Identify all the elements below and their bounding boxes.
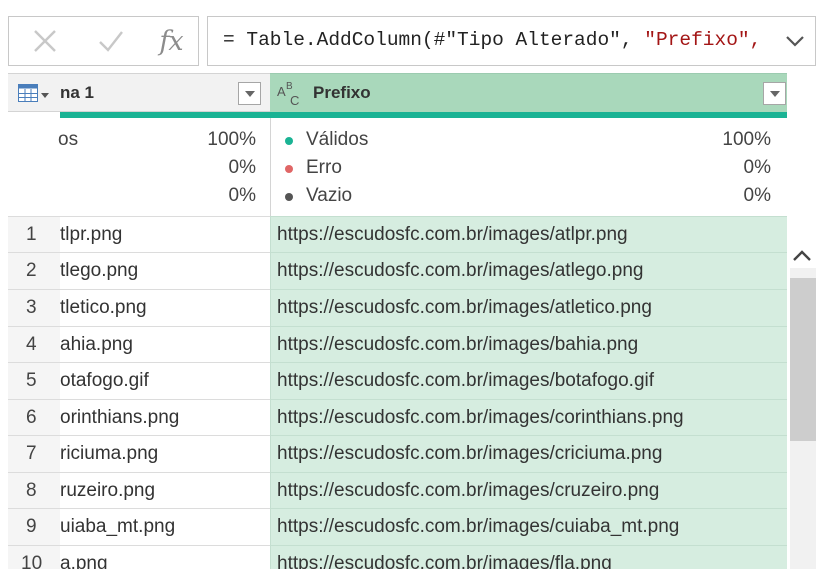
quality-value-valid: 100% — [722, 129, 771, 150]
quality-value: 100% — [207, 129, 256, 150]
svg-text:C: C — [290, 93, 299, 108]
table-cell-prefixo[interactable]: https://escudosfc.com.br/images/atlpr.pn… — [270, 216, 787, 253]
cancel-button[interactable] — [25, 17, 65, 65]
table-icon[interactable] — [18, 84, 50, 104]
table-row: 8 ruzeiro.png https://escudosfc.com.br/i… — [8, 472, 787, 509]
quality-label: os — [58, 129, 79, 150]
table-cell[interactable]: ruzeiro.png — [60, 472, 270, 509]
quality-value-error: 0% — [743, 157, 771, 178]
quality-label-valid: Válidos — [306, 129, 369, 150]
table-cell-prefixo[interactable]: https://escudosfc.com.br/images/fla.png — [270, 545, 787, 569]
chevron-down-icon — [786, 36, 804, 47]
table-cell-prefixo[interactable]: https://escudosfc.com.br/images/cuiaba_m… — [270, 508, 787, 545]
column-header-prefixo[interactable]: A B C Prefixo — [270, 73, 787, 112]
table-cell[interactable]: riciuma.png — [60, 435, 270, 472]
row-number[interactable]: 2 — [8, 252, 60, 289]
table-row: 7 riciuma.png https://escudosfc.com.br/i… — [8, 435, 787, 472]
column-filter-button-left[interactable] — [238, 82, 261, 105]
table-row: 10 a.png https://escudosfc.com.br/images… — [8, 545, 787, 569]
formula-bar-buttons: fx — [8, 16, 199, 66]
insert-function-button[interactable]: fx — [149, 17, 193, 65]
table-cell-prefixo[interactable]: https://escudosfc.com.br/images/cruzeiro… — [270, 472, 787, 509]
error-dot-icon — [285, 165, 293, 173]
commit-button[interactable] — [91, 17, 131, 65]
table-cell[interactable]: a.png — [60, 545, 270, 569]
row-number[interactable]: 5 — [8, 362, 60, 399]
chevron-up-icon — [793, 250, 811, 261]
table-cell[interactable]: uiaba_mt.png — [60, 508, 270, 545]
quality-label-error: Erro — [306, 157, 342, 178]
table-cell[interactable]: ahia.png — [60, 326, 270, 363]
text-type-icon[interactable]: A B C — [276, 78, 306, 108]
table-cell[interactable]: otafogo.gif — [60, 362, 270, 399]
quality-panel-prefixo: Válidos 100% Erro 0% Vazio 0% — [270, 118, 787, 216]
table-row: 6 orinthians.png https://escudosfc.com.b… — [8, 399, 787, 436]
column-title-prefixo: Prefixo — [313, 83, 371, 102]
table-cell[interactable]: tlpr.png — [60, 216, 270, 253]
formula-prefix: = Table.AddColumn(#"Tipo Alterado", — [223, 29, 645, 51]
table-cell[interactable]: orinthians.png — [60, 399, 270, 436]
table-cell-prefixo[interactable]: https://escudosfc.com.br/images/criciuma… — [270, 435, 787, 472]
table-cell-prefixo[interactable]: https://escudosfc.com.br/images/bahia.pn… — [270, 326, 787, 363]
row-number[interactable]: 1 — [8, 216, 60, 253]
table-row: 1 tlpr.png https://escudosfc.com.br/imag… — [8, 216, 787, 253]
quality-value: 0% — [228, 157, 256, 178]
close-icon — [34, 30, 56, 52]
table-cell-prefixo[interactable]: https://escudosfc.com.br/images/atlego.p… — [270, 252, 787, 289]
table-cell[interactable]: tlego.png — [60, 252, 270, 289]
table-cell[interactable]: tletico.png — [60, 289, 270, 326]
formula-input[interactable]: = Table.AddColumn(#"Tipo Alterado", "Pre… — [207, 16, 816, 66]
check-icon — [99, 31, 123, 52]
table-cell-prefixo[interactable]: https://escudosfc.com.br/images/botafogo… — [270, 362, 787, 399]
empty-dot-icon — [285, 193, 293, 201]
quality-value: 0% — [228, 185, 256, 206]
svg-text:A: A — [277, 84, 286, 99]
table-cell-prefixo[interactable]: https://escudosfc.com.br/images/atletico… — [270, 289, 787, 326]
row-number[interactable]: 6 — [8, 399, 60, 436]
fx-label: fx — [159, 25, 183, 57]
column-filter-button-prefixo[interactable] — [763, 82, 786, 105]
quality-value-empty: 0% — [743, 185, 771, 206]
column-title-left: na 1 — [60, 83, 95, 102]
row-number[interactable]: 8 — [8, 472, 60, 509]
table-row: 9 uiaba_mt.png https://escudosfc.com.br/… — [8, 508, 787, 545]
row-number[interactable]: 7 — [8, 435, 60, 472]
scroll-up-button[interactable] — [790, 244, 814, 268]
formula-text[interactable]: = Table.AddColumn(#"Tipo Alterado", "Pre… — [223, 29, 761, 51]
table-row: 3 tletico.png https://escudosfc.com.br/i… — [8, 289, 787, 326]
row-number[interactable]: 3 — [8, 289, 60, 326]
column-header-left[interactable]: na 1 — [8, 73, 270, 112]
table-row: 4 ahia.png https://escudosfc.com.br/imag… — [8, 326, 787, 363]
quality-panel-left: os 100% 0% 0% — [8, 118, 270, 216]
valid-dot-icon — [285, 137, 293, 145]
formula-string: "Prefixo", — [644, 29, 762, 51]
table-row: 2 tlego.png https://escudosfc.com.br/ima… — [8, 252, 787, 289]
scrollbar-thumb[interactable] — [790, 278, 816, 441]
table-row: 5 otafogo.gif https://escudosfc.com.br/i… — [8, 362, 787, 399]
data-grid: na 1 A B C Prefixo os 100% 0% 0% Válidos… — [8, 73, 787, 569]
table-cell-prefixo[interactable]: https://escudosfc.com.br/images/corinthi… — [270, 399, 787, 436]
expand-formula-button[interactable] — [783, 29, 807, 53]
row-number[interactable]: 9 — [8, 508, 60, 545]
row-number[interactable]: 10 — [8, 545, 60, 569]
row-number[interactable]: 4 — [8, 326, 60, 363]
svg-text:B: B — [286, 81, 293, 92]
quality-label-empty: Vazio — [306, 185, 353, 206]
